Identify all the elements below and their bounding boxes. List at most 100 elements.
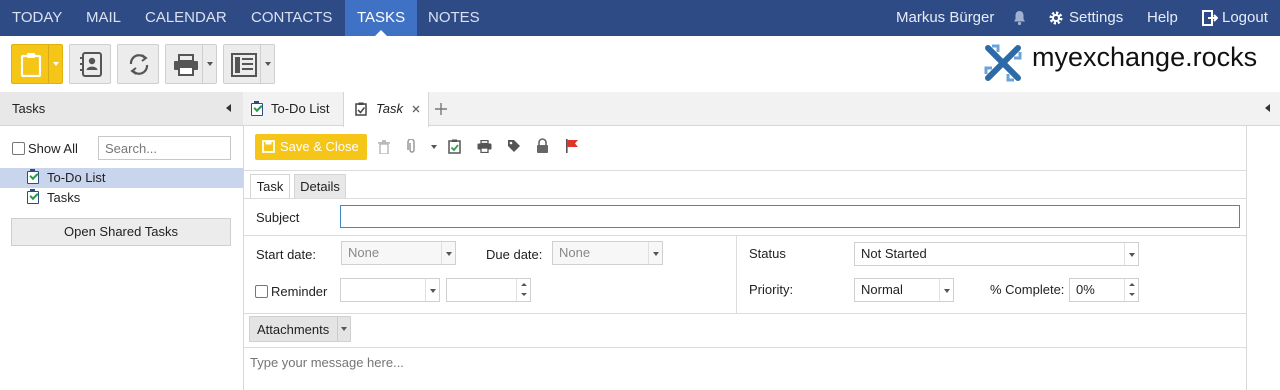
folder-item-tasks[interactable]: Tasks [0, 188, 243, 208]
nav-tasks-label: TASKS [357, 9, 406, 26]
tab-to-do-list[interactable]: To-Do List [243, 92, 343, 126]
document-tab-strip: To-Do List Task [243, 92, 1280, 127]
mark-complete-icon[interactable] [448, 139, 461, 154]
nav-notes[interactable]: NOTES [428, 0, 480, 36]
status-value: Not Started [861, 246, 927, 261]
print-dropdown[interactable] [202, 45, 216, 83]
active-tab-indicator [375, 30, 388, 36]
open-shared-tasks-button[interactable]: Open Shared Tasks [11, 218, 231, 246]
close-tab-icon[interactable] [412, 105, 420, 113]
nav-tasks[interactable]: TASKS [345, 0, 418, 36]
chevron-down-icon [648, 242, 662, 264]
task-list-icon [251, 101, 263, 116]
new-task-dropdown[interactable] [48, 45, 62, 83]
folder-item-label: To-Do List [47, 170, 106, 185]
message-body-input[interactable] [244, 350, 1246, 390]
stepper-arrows-icon[interactable] [516, 279, 530, 301]
chevron-down-icon [341, 327, 347, 331]
task-list-icon [27, 189, 39, 204]
subject-input[interactable] [340, 205, 1240, 228]
view-layout-dropdown[interactable] [260, 45, 274, 83]
new-tab-icon[interactable] [434, 102, 448, 116]
status-select[interactable]: Not Started [854, 242, 1139, 266]
percent-complete-label: % Complete: [990, 282, 1065, 297]
percent-complete-stepper[interactable]: 0% [1069, 278, 1139, 302]
attachments-dropdown[interactable] [337, 317, 350, 341]
folder-item-to-do-list[interactable]: To-Do List [0, 168, 243, 188]
due-date-select[interactable]: None [552, 241, 663, 265]
save-close-button[interactable]: Save & Close [255, 134, 367, 160]
printer-icon [174, 54, 198, 76]
brand-logo-text: myexchange.rocks [1032, 42, 1258, 72]
layout-list-icon [231, 53, 257, 77]
print-task-icon[interactable] [477, 140, 492, 153]
new-task-button[interactable] [11, 44, 63, 84]
priority-label: Priority: [749, 282, 794, 297]
status-label: Status [749, 246, 786, 261]
brand-logo-icon [984, 44, 1022, 82]
percent-complete-value: 0% [1076, 282, 1095, 297]
attachments-button[interactable]: Attachments [249, 316, 351, 342]
folder-panel-header: Tasks [0, 92, 243, 126]
tab-task[interactable]: Task [343, 92, 429, 127]
show-all-checkbox[interactable] [12, 142, 25, 155]
start-date-label: Start date: [256, 247, 316, 262]
start-date-select[interactable]: None [341, 241, 456, 265]
sync-button[interactable] [117, 44, 159, 84]
task-icon [355, 102, 367, 116]
paperclip-icon[interactable] [407, 139, 417, 154]
reminder-time-stepper[interactable] [446, 278, 531, 302]
show-all-label: Show All [28, 141, 78, 156]
subtab-task[interactable]: Task [250, 174, 290, 198]
nav-mail[interactable]: MAIL [86, 0, 121, 36]
view-layout-button[interactable] [223, 44, 275, 84]
user-name[interactable]: Markus Bürger [896, 0, 994, 36]
chevron-down-icon [939, 279, 953, 301]
due-date-label: Due date: [486, 247, 543, 262]
folder-panel-title: Tasks [12, 101, 46, 116]
chevron-down-icon [425, 279, 439, 301]
clipboard-icon [20, 53, 42, 77]
trash-icon[interactable] [378, 140, 390, 154]
task-list-icon [27, 169, 39, 184]
tab-label: To-Do List [271, 101, 330, 116]
print-button[interactable] [165, 44, 217, 84]
due-date-value: None [559, 245, 591, 260]
lock-icon[interactable] [536, 138, 549, 153]
reminder-date-select[interactable] [340, 278, 440, 302]
address-book-button[interactable] [69, 44, 111, 84]
attachments-label: Attachments [257, 322, 330, 337]
reminder-checkbox[interactable] [255, 285, 268, 298]
subtab-details[interactable]: Details [294, 174, 346, 198]
stepper-arrows-icon[interactable] [1124, 279, 1138, 301]
nav-contacts[interactable]: CONTACTS [251, 0, 332, 36]
tag-icon[interactable] [507, 139, 521, 153]
save-icon [262, 140, 275, 153]
collapse-right-panel-icon[interactable] [1265, 104, 1270, 112]
tab-label: Task [376, 101, 403, 116]
address-book-icon [80, 52, 102, 77]
help-link[interactable]: Help [1147, 0, 1178, 36]
folder-search-input[interactable] [98, 136, 231, 160]
top-navigation-bar: TODAY MAIL CALENDAR CONTACTS TASKS NOTES… [0, 0, 1280, 36]
flag-icon[interactable] [565, 139, 579, 153]
bell-icon[interactable] [1012, 10, 1027, 26]
logout-link[interactable]: Logout [1222, 0, 1268, 36]
reminder-label: Reminder [271, 284, 328, 299]
collapse-panel-icon[interactable] [226, 104, 231, 112]
task-form: Save & Close Task Details Subject Start … [243, 126, 1247, 390]
chevron-down-icon [1124, 243, 1138, 265]
save-close-label: Save & Close [280, 139, 359, 154]
priority-value: Normal [861, 282, 903, 297]
priority-select[interactable]: Normal [854, 278, 954, 302]
nav-today[interactable]: TODAY [12, 0, 62, 36]
subject-label: Subject [256, 210, 300, 225]
settings-link[interactable]: Settings [1069, 0, 1123, 36]
attach-dropdown-icon[interactable] [431, 145, 437, 149]
sync-icon [129, 54, 149, 75]
logout-icon[interactable] [1202, 10, 1218, 26]
nav-calendar[interactable]: CALENDAR [145, 0, 227, 36]
gear-icon[interactable] [1048, 10, 1064, 26]
chevron-down-icon [441, 242, 455, 264]
start-date-value: None [348, 245, 380, 260]
